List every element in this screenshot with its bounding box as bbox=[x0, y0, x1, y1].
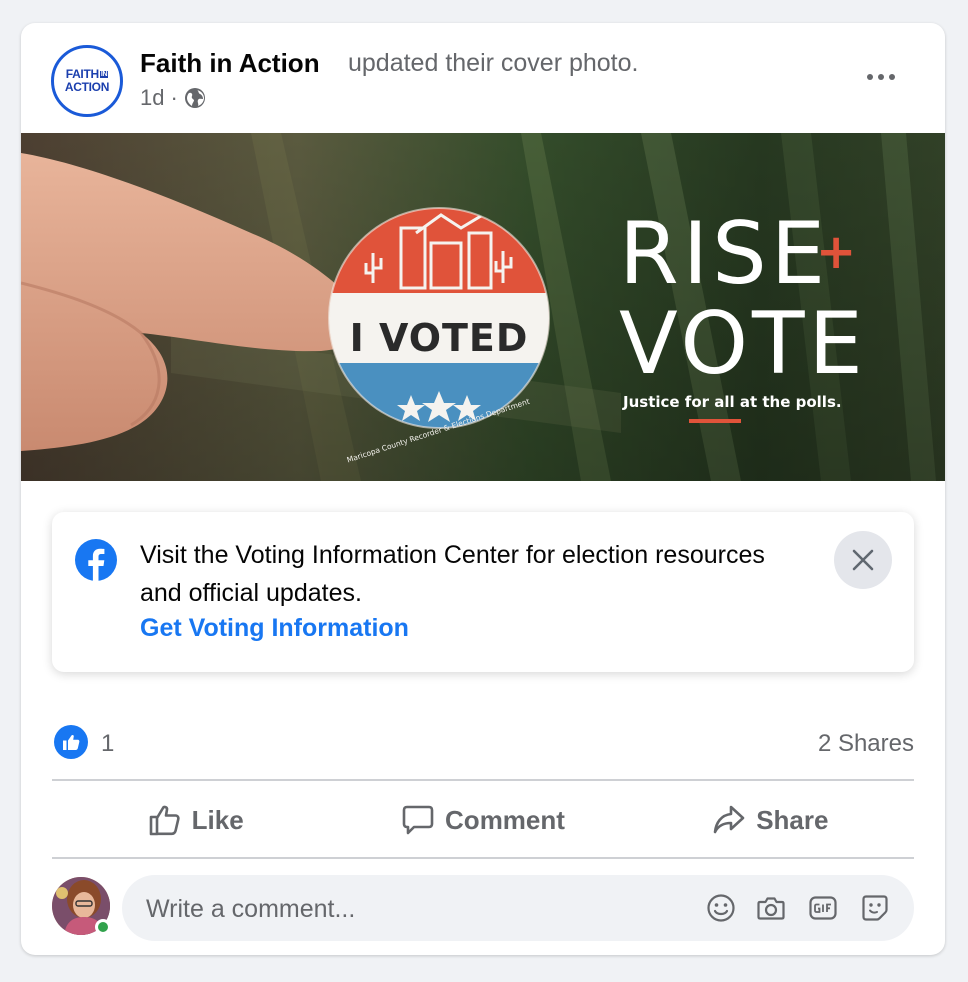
post-actions: Like Comment Share bbox=[52, 783, 914, 857]
like-thumb-icon[interactable] bbox=[54, 725, 88, 759]
get-voting-info-link[interactable]: Get Voting Information bbox=[140, 614, 409, 643]
like-button[interactable]: Like bbox=[52, 783, 339, 857]
comment-composer: Write a comment... bbox=[52, 875, 914, 941]
facebook-icon bbox=[75, 539, 117, 581]
voting-info-card: Visit the Voting Information Center for … bbox=[52, 512, 914, 672]
share-label: Share bbox=[756, 804, 829, 835]
like-icon bbox=[149, 805, 180, 836]
cover-headline-plus: + bbox=[816, 224, 856, 280]
shares-count[interactable]: 2 Shares bbox=[818, 730, 914, 758]
like-label: Like bbox=[191, 804, 244, 835]
like-count[interactable]: 1 bbox=[101, 730, 114, 758]
post-stats: 1 2 Shares bbox=[52, 723, 914, 765]
page-avatar[interactable]: FAITH IN ACTION bbox=[51, 45, 123, 117]
post-header: FAITH IN ACTION Faith in Action updated t… bbox=[21, 23, 945, 133]
comment-icon bbox=[402, 805, 434, 835]
comment-button[interactable]: Comment bbox=[339, 783, 626, 857]
more-dot bbox=[889, 74, 895, 80]
emoji-icon[interactable] bbox=[704, 891, 738, 925]
comment-label: Comment bbox=[445, 804, 565, 835]
online-status-indicator bbox=[95, 919, 111, 935]
more-horizontal-icon bbox=[867, 74, 873, 80]
cover-headline-vote: VOTE bbox=[619, 294, 867, 394]
divider bbox=[52, 779, 914, 781]
page-name-link[interactable]: Faith in Action bbox=[140, 48, 320, 79]
close-icon bbox=[852, 549, 874, 571]
globe-icon[interactable] bbox=[184, 87, 206, 109]
post-card: FAITH IN ACTION Faith in Action updated t… bbox=[21, 23, 945, 955]
comment-placeholder: Write a comment... bbox=[146, 895, 356, 923]
share-button[interactable]: Share bbox=[627, 783, 914, 857]
page-logo-small: IN bbox=[99, 71, 109, 78]
cover-photo-image: I VOTED Maricopa County Recorder & Elect… bbox=[21, 133, 945, 481]
camera-icon[interactable] bbox=[754, 891, 788, 925]
more-dot bbox=[878, 74, 884, 80]
share-icon bbox=[713, 805, 745, 834]
close-voting-info-button[interactable] bbox=[834, 531, 892, 589]
page-logo-line2: ACTION bbox=[64, 80, 110, 94]
post-meta: 1d · bbox=[140, 85, 206, 111]
meta-separator: · bbox=[170, 85, 178, 110]
gif-icon[interactable] bbox=[806, 891, 840, 925]
sticker-text: I VOTED bbox=[350, 316, 529, 360]
comment-input[interactable]: Write a comment... bbox=[122, 875, 914, 941]
post-action-text: updated their cover photo. bbox=[348, 49, 639, 77]
post-timestamp[interactable]: 1d bbox=[140, 85, 164, 111]
more-options-button[interactable] bbox=[859, 59, 903, 95]
cover-headline-rise: RISE bbox=[619, 204, 829, 304]
divider bbox=[52, 857, 914, 859]
voting-info-text: Visit the Voting Information Center for … bbox=[140, 541, 765, 607]
cover-photo[interactable]: I VOTED Maricopa County Recorder & Elect… bbox=[21, 133, 945, 481]
cover-tagline: Justice for all at the polls. bbox=[622, 393, 842, 411]
sticker-icon[interactable] bbox=[858, 891, 892, 925]
